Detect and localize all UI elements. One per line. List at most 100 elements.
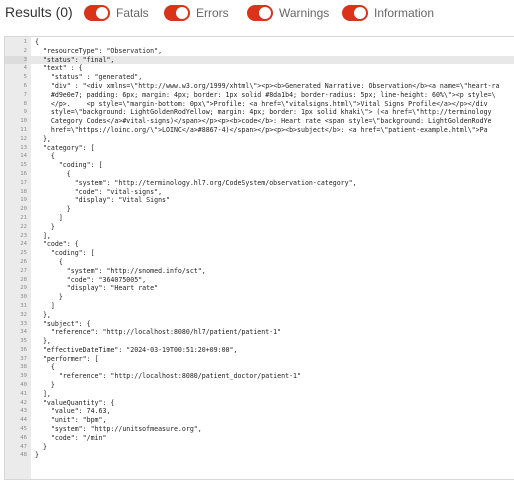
code-text: "system": "http://terminology.hl7.org/Co… [35,178,357,187]
code-text: "status": "final", [35,55,115,64]
code-text: style=\"background: LightGoldenRodYellow… [35,108,492,117]
code-line[interactable]: 48} [5,451,514,460]
code-line[interactable]: 41 ], [5,390,514,399]
code-line[interactable]: 37 "performer": [ [5,355,514,364]
code-line[interactable]: 19 "display": "Vital Signs" [5,196,514,205]
code-text: }, [35,134,51,143]
code-line[interactable]: 36 "effectiveDateTime": "2024-03-19T00:5… [5,346,514,355]
toggle-knob [176,7,188,19]
code-text: "system": "http://snomed.info/sct", [35,266,206,275]
code-line[interactable]: 17 "system": "http://terminology.hl7.org… [5,179,514,188]
code-line[interactable]: 31 ] [5,302,514,311]
code-text: ], [35,231,51,240]
code-line[interactable]: 45 "system": "http://unitsofmeasure.org"… [5,425,514,434]
errors-toggle[interactable] [164,5,190,21]
code-text: } [35,451,39,460]
code-line[interactable]: 46 "code": "/min" [5,434,514,443]
json-editor[interactable]: 1{2 "resourceType": "Observation", 3 "sta… [4,36,514,480]
line-number: 44 [20,417,27,424]
code-text: ] [35,301,55,310]
code-text: { [35,152,55,161]
code-text: "code": "vital-signs", [35,187,163,196]
warnings-toggle[interactable] [247,5,273,21]
code-line[interactable]: 8 </p>. <p style=\"margin-bottom: 0px\">… [5,100,514,109]
line-number: 2 [23,47,27,54]
code-text: } [35,381,55,390]
code-line[interactable]: 42 "valueQuantity": { [5,399,514,408]
code-text: ], [35,389,51,398]
line-number: 32 [20,311,27,318]
code-line[interactable]: 6 "div" : "<div xmlns=\"http://www.w3.or… [5,82,514,91]
line-number: 31 [20,302,27,309]
code-line[interactable]: 28 "code": "364075005", [5,276,514,285]
code-area[interactable]: 1{2 "resourceType": "Observation", 3 "sta… [5,38,514,460]
code-text: "reference": "http://localhost:8080/pati… [35,372,301,381]
fatals-filter: Fatals [84,4,149,22]
code-line[interactable]: 25 "coding": [ [5,249,514,258]
code-line[interactable]: 35 }, [5,337,514,346]
code-line[interactable]: 2 "resourceType": "Observation", [5,47,514,56]
line-number: 12 [20,135,27,142]
code-line[interactable]: 40 } [5,381,514,390]
code-line[interactable]: 5 "status" : "generated", [5,73,514,82]
code-line[interactable]: 20 } [5,205,514,214]
code-line[interactable]: 1{ [5,38,514,47]
line-number: 41 [20,390,27,397]
information-toggle[interactable] [342,5,368,21]
code-line[interactable]: 13 "category": [ [5,144,514,153]
code-line[interactable]: 10 Category Codes</a>#vital-signs)</span… [5,117,514,126]
code-line[interactable]: 9 style=\"background: LightGoldenRodYell… [5,108,514,117]
line-number: 47 [20,443,27,450]
code-line[interactable]: 47 } [5,443,514,452]
code-text: }, [35,310,51,319]
code-line[interactable]: 16 { [5,170,514,179]
code-line[interactable]: 29 "display": "Heart rate" [5,284,514,293]
line-number: 20 [20,206,27,213]
line-number: 7 [23,91,27,98]
code-line[interactable]: 43 "value": 74.63, [5,407,514,416]
code-line[interactable]: 24 "code": { [5,240,514,249]
code-text: { [35,169,71,178]
code-line[interactable]: 7 #d9e0e7; padding: 6px; margin: 4px; bo… [5,91,514,100]
code-line[interactable]: 18 "code": "vital-signs", [5,188,514,197]
code-line[interactable]: 38 { [5,363,514,372]
warnings-filter: Warnings [247,4,329,22]
code-line[interactable]: 27 "system": "http://snomed.info/sct", [5,267,514,276]
code-text: "resourceType": "Observation", [35,46,163,55]
code-line[interactable]: 15 "coding": [ [5,161,514,170]
line-number: 48 [20,452,27,459]
line-number: 5 [23,74,27,81]
code-line[interactable]: 22 } [5,223,514,232]
code-line[interactable]: 30 } [5,293,514,302]
code-line[interactable]: 3 "status": "final", [5,55,514,65]
code-line[interactable]: 14 { [5,152,514,161]
code-line[interactable]: 26 { [5,258,514,267]
code-text: "effectiveDateTime": "2024-03-19T00:51:2… [35,345,238,354]
code-text: "div" : "<div xmlns=\"http://www.w3.org/… [35,81,500,90]
code-line[interactable]: 32 }, [5,311,514,320]
code-text: "display": "Heart rate" [35,284,159,293]
code-line[interactable]: 39 "reference": "http://localhost:8080/p… [5,372,514,381]
code-line[interactable]: 23 ], [5,232,514,241]
code-text: { [35,38,39,46]
code-line[interactable]: 12 }, [5,135,514,144]
line-number: 16 [20,170,27,177]
code-line[interactable]: 33 "subject": { [5,320,514,329]
code-text: "coding": [ [35,249,95,258]
code-line[interactable]: 34 "reference": "http://localhost:8080/h… [5,328,514,337]
code-text: { [35,363,55,372]
code-text: "system": "http://unitsofmeasure.org", [35,425,202,434]
code-line[interactable]: 11 href=\"https://loinc.org/\">LOINC</a>… [5,126,514,135]
code-line[interactable]: 44 "unit": "bpm", [5,416,514,425]
line-number: 38 [20,364,27,371]
toggle-knob [96,7,108,19]
line-number: 18 [20,188,27,195]
line-number: 22 [20,223,27,230]
line-number: 8 [23,100,27,107]
line-number: 42 [20,399,27,406]
results-header: Results (0) Fatals Errors Warnings Infor… [0,0,514,28]
code-line[interactable]: 21 ] [5,214,514,223]
fatals-toggle[interactable] [84,5,110,21]
code-text: Category Codes</a>#vital-signs)</span></… [35,117,492,126]
code-line[interactable]: 4 "text" : { [5,64,514,73]
